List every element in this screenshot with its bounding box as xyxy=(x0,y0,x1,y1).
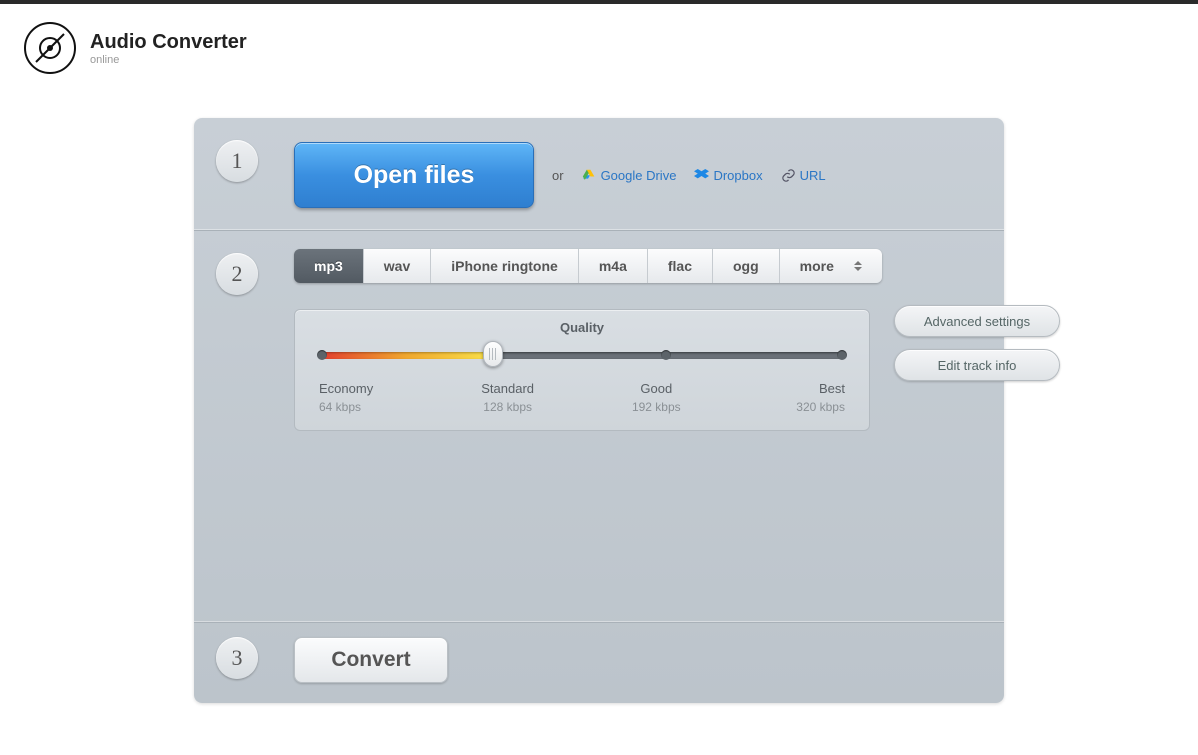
tab-mp3[interactable]: mp3 xyxy=(294,249,364,283)
quality-panel: Quality Economy 64 kbps Standard xyxy=(294,309,870,431)
google-drive-icon xyxy=(582,168,597,183)
step-badge-3: 3 xyxy=(216,637,258,679)
quality-bitrate: 128 kbps xyxy=(468,400,548,414)
quality-name: Economy xyxy=(319,381,399,396)
tab-iphone-ringtone[interactable]: iPhone ringtone xyxy=(431,249,579,283)
tab-ogg[interactable]: ogg xyxy=(713,249,780,283)
step-3: 3 Convert xyxy=(194,623,1004,703)
source-label: URL xyxy=(800,168,826,183)
app-title: Audio Converter xyxy=(90,31,247,54)
slider-tick-best xyxy=(837,350,847,360)
step-badge-2: 2 xyxy=(216,253,258,295)
convert-button[interactable]: Convert xyxy=(294,637,448,683)
app-logo-icon xyxy=(24,22,76,74)
quality-bitrate: 192 kbps xyxy=(616,400,696,414)
quality-name: Best xyxy=(765,381,845,396)
main-panel: 1 Open files or Google Drive Dropbox xyxy=(194,118,1004,703)
source-url[interactable]: URL xyxy=(781,168,826,183)
link-icon xyxy=(781,168,796,183)
quality-level-good: Good 192 kbps xyxy=(616,381,696,414)
or-label: or xyxy=(552,168,564,183)
quality-name: Standard xyxy=(468,381,548,396)
quality-level-best: Best 320 kbps xyxy=(765,381,845,414)
app-subtitle: online xyxy=(90,54,247,66)
quality-level-economy: Economy 64 kbps xyxy=(319,381,399,414)
quality-slider[interactable] xyxy=(319,345,845,365)
slider-tick-economy xyxy=(317,350,327,360)
sort-icon xyxy=(854,261,862,271)
quality-title: Quality xyxy=(319,320,845,335)
quality-name: Good xyxy=(616,381,696,396)
source-label: Dropbox xyxy=(713,168,762,183)
quality-level-standard: Standard 128 kbps xyxy=(468,381,548,414)
open-files-button[interactable]: Open files xyxy=(294,142,534,208)
step-badge-1: 1 xyxy=(216,140,258,182)
quality-bitrate: 320 kbps xyxy=(765,400,845,414)
tab-m4a[interactable]: m4a xyxy=(579,249,648,283)
source-label: Google Drive xyxy=(601,168,677,183)
edit-track-info-button[interactable]: Edit track info xyxy=(894,349,1060,381)
quality-bitrate: 64 kbps xyxy=(319,400,399,414)
step-1: 1 Open files or Google Drive Dropbox xyxy=(194,118,1004,231)
dropbox-icon xyxy=(694,168,709,183)
slider-fill xyxy=(319,352,493,359)
step-2: 2 mp3 wav iPhone ringtone m4a flac ogg m… xyxy=(194,231,1004,623)
tab-more[interactable]: more xyxy=(780,249,882,283)
side-buttons: Advanced settings Edit track info xyxy=(894,305,1060,381)
tab-more-label: more xyxy=(800,258,834,274)
quality-labels: Economy 64 kbps Standard 128 kbps Good 1… xyxy=(319,381,845,414)
source-dropbox[interactable]: Dropbox xyxy=(694,168,762,183)
slider-handle[interactable] xyxy=(483,341,503,367)
header: Audio Converter online xyxy=(0,4,1198,82)
source-google-drive[interactable]: Google Drive xyxy=(582,168,677,183)
tab-wav[interactable]: wav xyxy=(364,249,431,283)
format-tabs: mp3 wav iPhone ringtone m4a flac ogg mor… xyxy=(294,249,882,283)
tab-flac[interactable]: flac xyxy=(648,249,713,283)
advanced-settings-button[interactable]: Advanced settings xyxy=(894,305,1060,337)
